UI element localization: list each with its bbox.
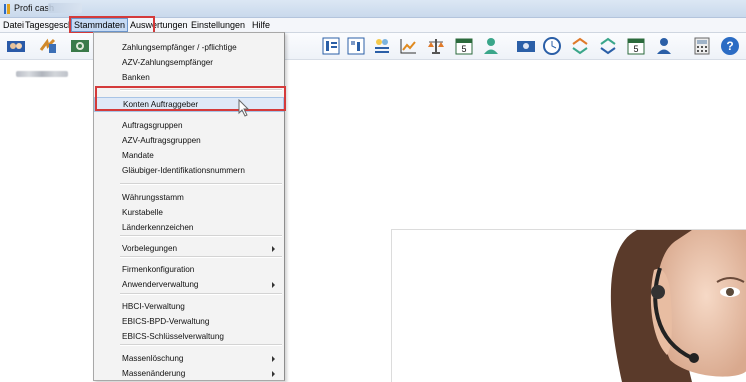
chart-icon[interactable] bbox=[398, 36, 418, 56]
menu-item-label: Länderkennzeichen bbox=[122, 223, 194, 232]
list-icon[interactable] bbox=[321, 36, 341, 56]
menu-item[interactable]: AZV-Zahlungsempfänger bbox=[94, 55, 284, 70]
help-icon[interactable]: ? bbox=[720, 36, 740, 56]
support-photo bbox=[391, 229, 746, 382]
table-icon[interactable] bbox=[346, 36, 366, 56]
menu-item-label: AZV-Auftragsgruppen bbox=[122, 136, 201, 145]
app-icon bbox=[4, 4, 10, 14]
menu-item-label: AZV-Zahlungsempfänger bbox=[122, 58, 214, 67]
calendar2-icon[interactable]: 5 bbox=[626, 36, 646, 56]
menu-item[interactable]: Auftragsgruppen bbox=[94, 118, 284, 133]
submenu-arrow-icon bbox=[272, 371, 275, 377]
menu-item-label: Massenlöschung bbox=[122, 354, 184, 363]
swap-icon[interactable] bbox=[570, 36, 590, 56]
transfer-icon[interactable] bbox=[38, 36, 58, 56]
menu-item[interactable]: Massenlöschung bbox=[94, 351, 284, 366]
calendar-icon[interactable]: 5 bbox=[454, 36, 474, 56]
menu-item[interactable]: Firmenkonfiguration bbox=[94, 262, 284, 277]
menu-item-label: Zahlungsempfänger / -pflichtige bbox=[122, 43, 237, 52]
menu-separator bbox=[120, 256, 282, 258]
menu-separator bbox=[120, 293, 282, 295]
menu-item-label: Währungsstamm bbox=[122, 193, 184, 202]
menu-item-label: HBCI-Verwaltung bbox=[122, 302, 185, 311]
submenu-arrow-icon bbox=[272, 282, 275, 288]
menu-item-label: Banken bbox=[122, 73, 150, 82]
blurred-status-text bbox=[16, 71, 68, 77]
clock-icon[interactable] bbox=[542, 36, 562, 56]
menu-item[interactable]: EBICS-BPD-Verwaltung bbox=[94, 314, 284, 329]
submenu-arrow-icon bbox=[272, 246, 275, 252]
menu-item-label: Massenänderung bbox=[122, 369, 186, 378]
menu-item[interactable]: Massenänderung bbox=[94, 366, 284, 381]
menu-item-label: Mandate bbox=[122, 151, 154, 160]
item-highlight-box bbox=[95, 86, 286, 111]
menu-datei[interactable]: Datei bbox=[3, 20, 24, 30]
menu-item-label: Vorbelegungen bbox=[122, 244, 178, 253]
menu-item-label: Auftragsgruppen bbox=[122, 121, 183, 130]
menu-separator bbox=[120, 183, 282, 185]
menu-separator bbox=[120, 344, 282, 346]
submenu-arrow-icon bbox=[272, 356, 275, 362]
menu-item-label: EBICS-Schlüsselverwaltung bbox=[122, 332, 224, 341]
calculator-icon[interactable] bbox=[692, 36, 712, 56]
blurred-tab bbox=[48, 3, 82, 13]
scale-icon[interactable] bbox=[426, 36, 446, 56]
menu-item[interactable]: EBICS-Schlüsselverwaltung bbox=[94, 329, 284, 344]
menu-item[interactable]: Zahlungsempfänger / -pflichtige bbox=[94, 40, 284, 55]
svg-text:?: ? bbox=[726, 39, 733, 53]
menu-item-label: Firmenkonfiguration bbox=[122, 265, 195, 274]
menu-item[interactable]: Anwenderverwaltung bbox=[94, 277, 284, 292]
menu-einstellungen[interactable]: Einstellungen bbox=[191, 20, 245, 30]
money-icon[interactable] bbox=[516, 36, 536, 56]
person2-icon[interactable] bbox=[654, 36, 674, 56]
menu-item-label: Kurstabelle bbox=[122, 208, 163, 217]
menu-item-label: EBICS-BPD-Verwaltung bbox=[122, 317, 210, 326]
people-icon[interactable] bbox=[372, 36, 392, 56]
users-icon[interactable] bbox=[6, 36, 26, 56]
stammdaten-dropdown: Zahlungsempfänger / -pflichtige AZV-Zahlu… bbox=[93, 32, 285, 381]
menu-item[interactable]: Gläubiger-Identifikationsnummern bbox=[94, 163, 284, 178]
menu-item[interactable]: AZV-Auftragsgruppen bbox=[94, 133, 284, 148]
menu-separator bbox=[120, 235, 282, 237]
cash-icon[interactable] bbox=[70, 36, 90, 56]
menu-item[interactable]: HBCI-Verwaltung bbox=[94, 299, 284, 314]
menu-item[interactable]: Vorbelegungen bbox=[94, 241, 284, 256]
person-icon[interactable] bbox=[481, 36, 501, 56]
menu-item-label: Gläubiger-Identifikationsnummern bbox=[122, 166, 245, 175]
swap2-icon[interactable] bbox=[598, 36, 618, 56]
menu-item-label: Anwenderverwaltung bbox=[122, 280, 199, 289]
menu-item[interactable]: Länderkennzeichen bbox=[94, 220, 284, 235]
menu-item[interactable]: Banken bbox=[94, 70, 284, 85]
mouse-cursor-icon bbox=[238, 98, 250, 117]
menu-item[interactable]: Kurstabelle bbox=[94, 205, 284, 220]
menu-hilfe[interactable]: Hilfe bbox=[252, 20, 270, 30]
svg-text:5: 5 bbox=[461, 44, 466, 54]
svg-text:5: 5 bbox=[633, 44, 638, 54]
menu-item[interactable]: Mandate bbox=[94, 148, 284, 163]
menu-item[interactable]: Währungsstamm bbox=[94, 190, 284, 205]
